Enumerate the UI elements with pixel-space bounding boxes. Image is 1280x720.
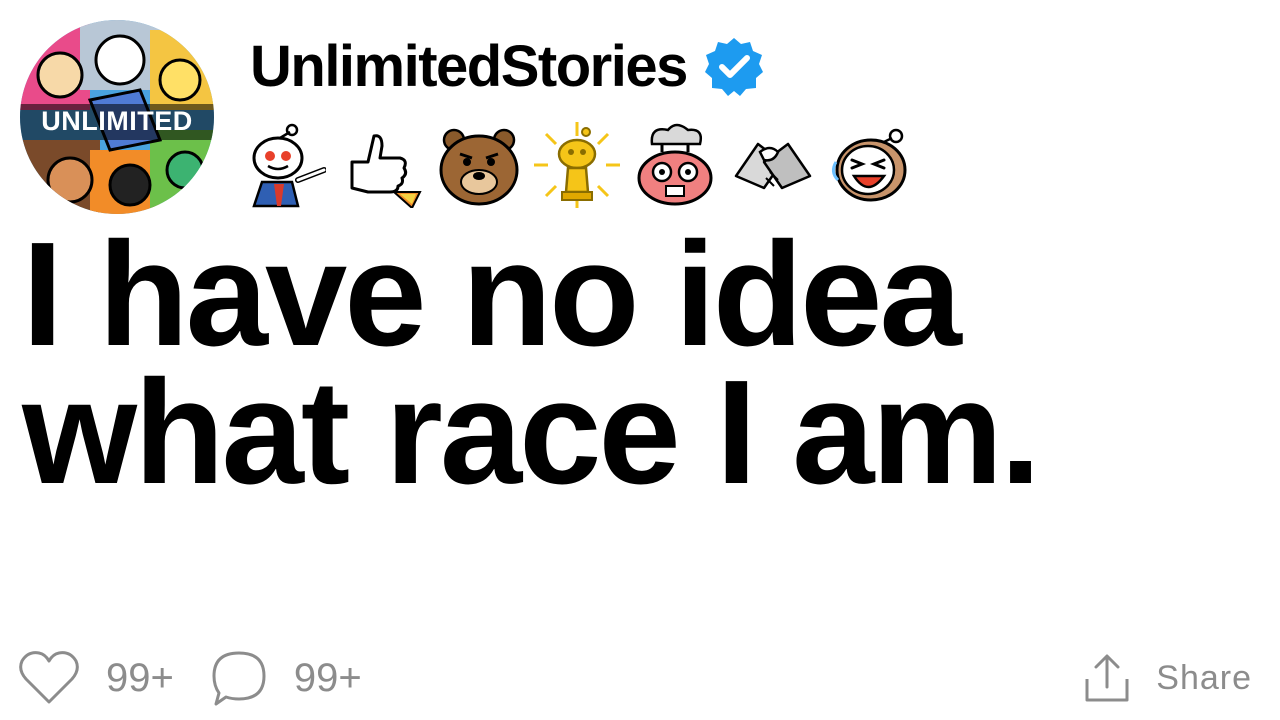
avatar[interactable]: UNLIMITED [20, 20, 214, 214]
bear-award-icon [439, 128, 519, 206]
heart-icon [19, 651, 79, 704]
avatar-text: UNLIMITED [41, 106, 193, 136]
like-button[interactable]: 99+ [18, 650, 174, 706]
mind-blown-award-icon [637, 123, 713, 206]
awards-row [240, 122, 914, 208]
share-label: Share [1156, 658, 1252, 697]
verified-badge-icon [704, 38, 763, 96]
username[interactable]: UnlimitedStories [250, 38, 688, 96]
post-footer: 99+ 99+ Share [18, 646, 1252, 710]
comment-bubble-icon [212, 651, 266, 706]
handshake-award-icon [734, 142, 812, 190]
comment-button[interactable]: 99+ [210, 649, 362, 707]
golden-snoo-award-icon [534, 122, 620, 208]
post-header: UnlimitedStories [250, 36, 765, 98]
like-count: 99+ [106, 655, 174, 700]
thumbs-up-rocket-award-icon [350, 134, 422, 208]
post-title: I have no idea what race I am. [22, 212, 1041, 515]
share-button[interactable]: Share [1084, 653, 1252, 703]
share-upload-icon [1085, 654, 1129, 702]
comment-count: 99+ [293, 655, 362, 700]
laughing-snoo-award-icon [831, 128, 907, 202]
pointing-snoo-award-icon [252, 123, 326, 208]
